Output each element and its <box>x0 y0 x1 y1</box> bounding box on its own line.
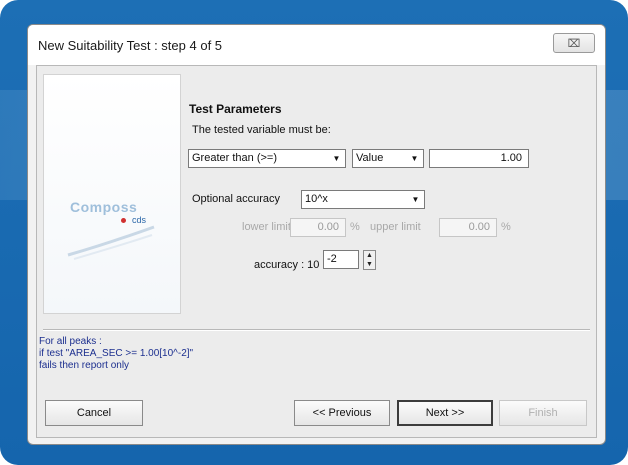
chevron-down-icon: ▼ <box>332 154 341 163</box>
section-title: Test Parameters <box>189 102 282 116</box>
instruction-label: The tested variable must be: <box>192 124 331 136</box>
comparison-select[interactable]: Greater than (>=) ▼ <box>188 149 346 168</box>
chevron-down-icon: ▼ <box>411 195 420 204</box>
accuracy-exponent-input[interactable]: -2 <box>323 250 359 269</box>
dialog-title: New Suitability Test : step 4 of 5 <box>38 38 223 53</box>
separator <box>43 329 590 331</box>
dialog-client-area: Composs cds Test Parameters The tested v… <box>36 65 597 438</box>
accuracy-mode-value: 10^x <box>305 193 328 205</box>
summary-line-3: fails then report only <box>39 360 130 371</box>
accuracy-mode-select[interactable]: 10^x ▼ <box>301 190 425 209</box>
next-button[interactable]: Next >> <box>397 400 493 426</box>
optional-accuracy-label: Optional accuracy <box>192 193 281 205</box>
logo-subtext: cds <box>132 215 147 225</box>
title-bar: New Suitability Test : step 4 of 5 ⌧ <box>28 25 605 65</box>
value-type-select[interactable]: Value ▼ <box>352 149 424 168</box>
accuracy-spinner[interactable]: ▲ ▼ <box>363 250 376 270</box>
spin-up-icon[interactable]: ▲ <box>364 251 375 260</box>
logo-panel: Composs cds <box>43 74 181 314</box>
close-icon: ⌧ <box>567 38 581 50</box>
summary-line-2: if test "AREA_SEC >= 1.00[10^-2]" <box>39 348 194 359</box>
close-button[interactable]: ⌧ <box>553 33 595 53</box>
upper-limit-label: upper limit <box>370 221 421 233</box>
finish-button[interactable]: Finish <box>499 400 587 426</box>
logo-wordmark: Composs <box>70 199 138 215</box>
comparison-value: Greater than (>=) <box>192 152 277 164</box>
accuracy-label: accuracy : 10 <box>254 259 320 271</box>
upper-limit-unit: % <box>501 221 511 233</box>
value-type-value: Value <box>356 152 384 164</box>
chevron-down-icon: ▼ <box>410 154 419 163</box>
previous-button[interactable]: << Previous <box>294 400 390 426</box>
logo-swoosh-icon <box>67 225 155 260</box>
summary-line-1: For all peaks : <box>39 336 102 347</box>
lower-limit-label: lower limit <box>242 221 291 233</box>
value-input[interactable]: 1.00 <box>429 149 529 168</box>
lower-limit-unit: % <box>350 221 360 233</box>
spin-down-icon[interactable]: ▼ <box>364 260 375 269</box>
suitability-test-dialog: New Suitability Test : step 4 of 5 ⌧ Com… <box>27 24 606 445</box>
test-summary: For all peaks : if test "AREA_SEC >= 1.0… <box>39 336 193 372</box>
upper-limit-input[interactable]: 0.00 <box>439 218 497 237</box>
cancel-button[interactable]: Cancel <box>45 400 143 426</box>
lower-limit-input[interactable]: 0.00 <box>290 218 346 237</box>
logo-dot-icon <box>121 218 126 223</box>
